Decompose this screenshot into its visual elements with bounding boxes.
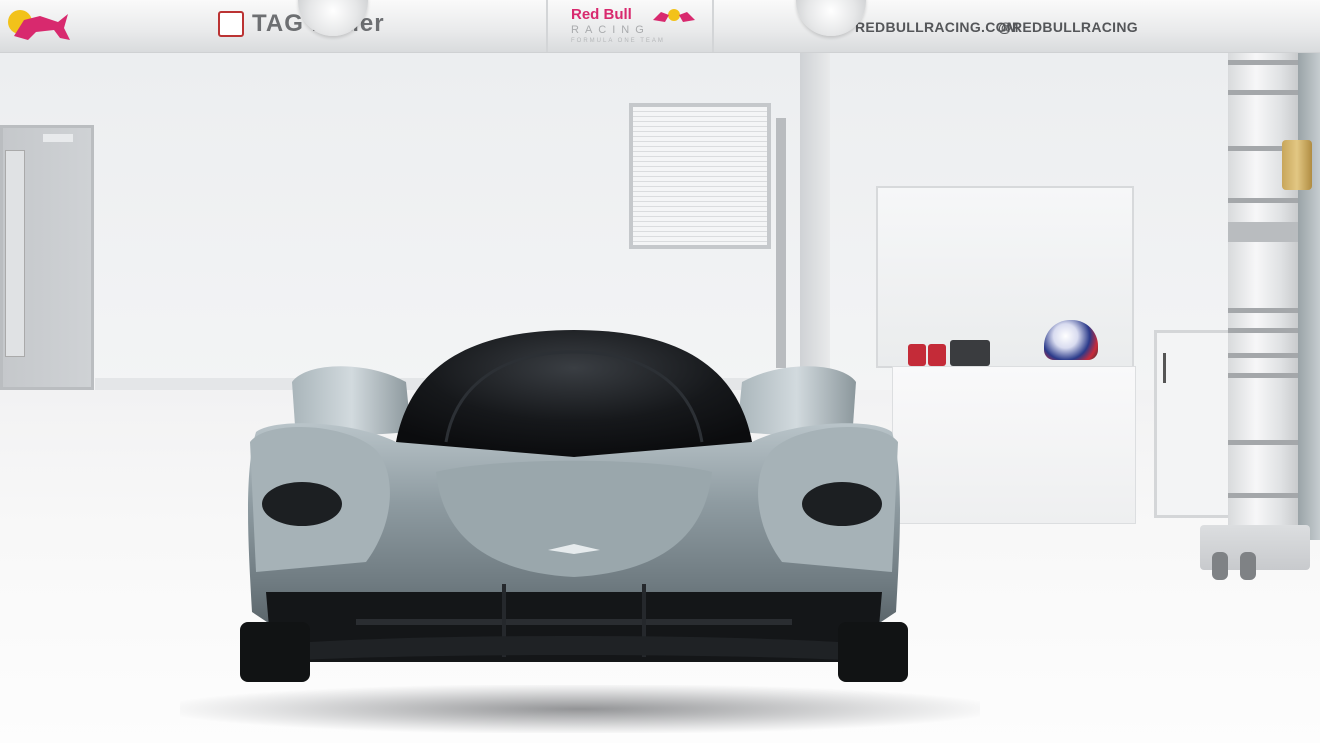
wall-vent-window: [629, 103, 771, 249]
door-glass-panel: [5, 150, 25, 357]
red-bull-logo: [653, 9, 695, 22]
support-pillar: [1228, 8, 1298, 538]
display-case-base: [892, 366, 1136, 524]
trolley-wheel: [1212, 552, 1228, 580]
formula-one-team-text: FORMULA ONE TEAM: [571, 38, 665, 44]
website-text: REDBULLRACING.COM: [855, 19, 1019, 35]
memorabilia-item: [950, 340, 990, 366]
racing-wordmark: RACING: [571, 24, 650, 36]
brass-valve: [1282, 140, 1312, 190]
trolley-wheel: [1240, 552, 1256, 580]
left-headlight: [262, 482, 342, 526]
tag-heuer-shield-icon: [218, 11, 244, 37]
memorabilia-item: [928, 344, 946, 366]
cockpit-canopy: [396, 330, 752, 457]
left-front-tyre: [240, 622, 310, 682]
red-bull-logo: [8, 10, 70, 40]
right-front-tyre: [838, 622, 908, 682]
overhead-gantry: TAG Heuer Red Bull RACING FORMULA ONE TE…: [0, 0, 1320, 53]
social-handle-text: @REDBULLRACING: [998, 19, 1138, 35]
left-door: [0, 125, 94, 390]
red-bull-wordmark: Red Bull: [571, 6, 632, 23]
hypercar: [240, 330, 908, 682]
door-closer: [43, 134, 73, 142]
service-pipes: [1298, 50, 1320, 540]
red-bull-racing-logo: Red Bull RACING FORMULA ONE TEAM: [565, 4, 705, 48]
garage-scene: TAG Heuer Red Bull RACING FORMULA ONE TE…: [0, 0, 1320, 743]
storage-cabinet: [1154, 330, 1236, 518]
right-headlight: [802, 482, 882, 526]
